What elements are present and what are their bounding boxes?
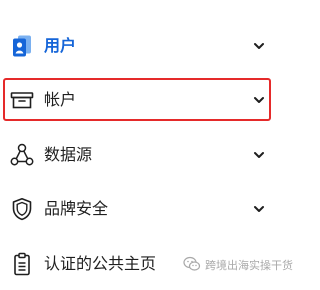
data-source-icon: [9, 142, 35, 168]
wechat-icon: [183, 256, 201, 275]
chevron-down-icon[interactable]: [252, 202, 266, 216]
menu-item-label: 帐户: [44, 90, 77, 109]
menu-item-label: 认证的公共主页: [44, 254, 157, 273]
chevron-down-icon[interactable]: [252, 39, 266, 53]
users-icon: [9, 33, 35, 59]
menu-item-data-sources[interactable]: 数据源: [0, 129, 294, 181]
chevron-down-icon[interactable]: [252, 93, 266, 107]
menu-item-accounts[interactable]: 帐户: [0, 74, 294, 126]
chevron-down-icon[interactable]: [252, 148, 266, 162]
sidebar-menu: 用户 帐户 数据源 品牌安全 认证的公共主页 跨境出海实操干货: [0, 0, 294, 285]
menu-item-label: 品牌安全: [44, 199, 109, 218]
menu-item-label: 用户: [44, 36, 77, 55]
shield-icon: [9, 196, 35, 222]
clipboard-icon: [9, 251, 35, 277]
watermark-text: 跨境出海实操干货: [205, 259, 293, 272]
menu-item-users[interactable]: 用户: [0, 20, 294, 72]
menu-item-label: 数据源: [44, 145, 93, 164]
watermark: 跨境出海实操干货: [183, 254, 293, 276]
menu-item-brand-safety[interactable]: 品牌安全: [0, 183, 294, 235]
archive-box-icon: [9, 87, 35, 113]
